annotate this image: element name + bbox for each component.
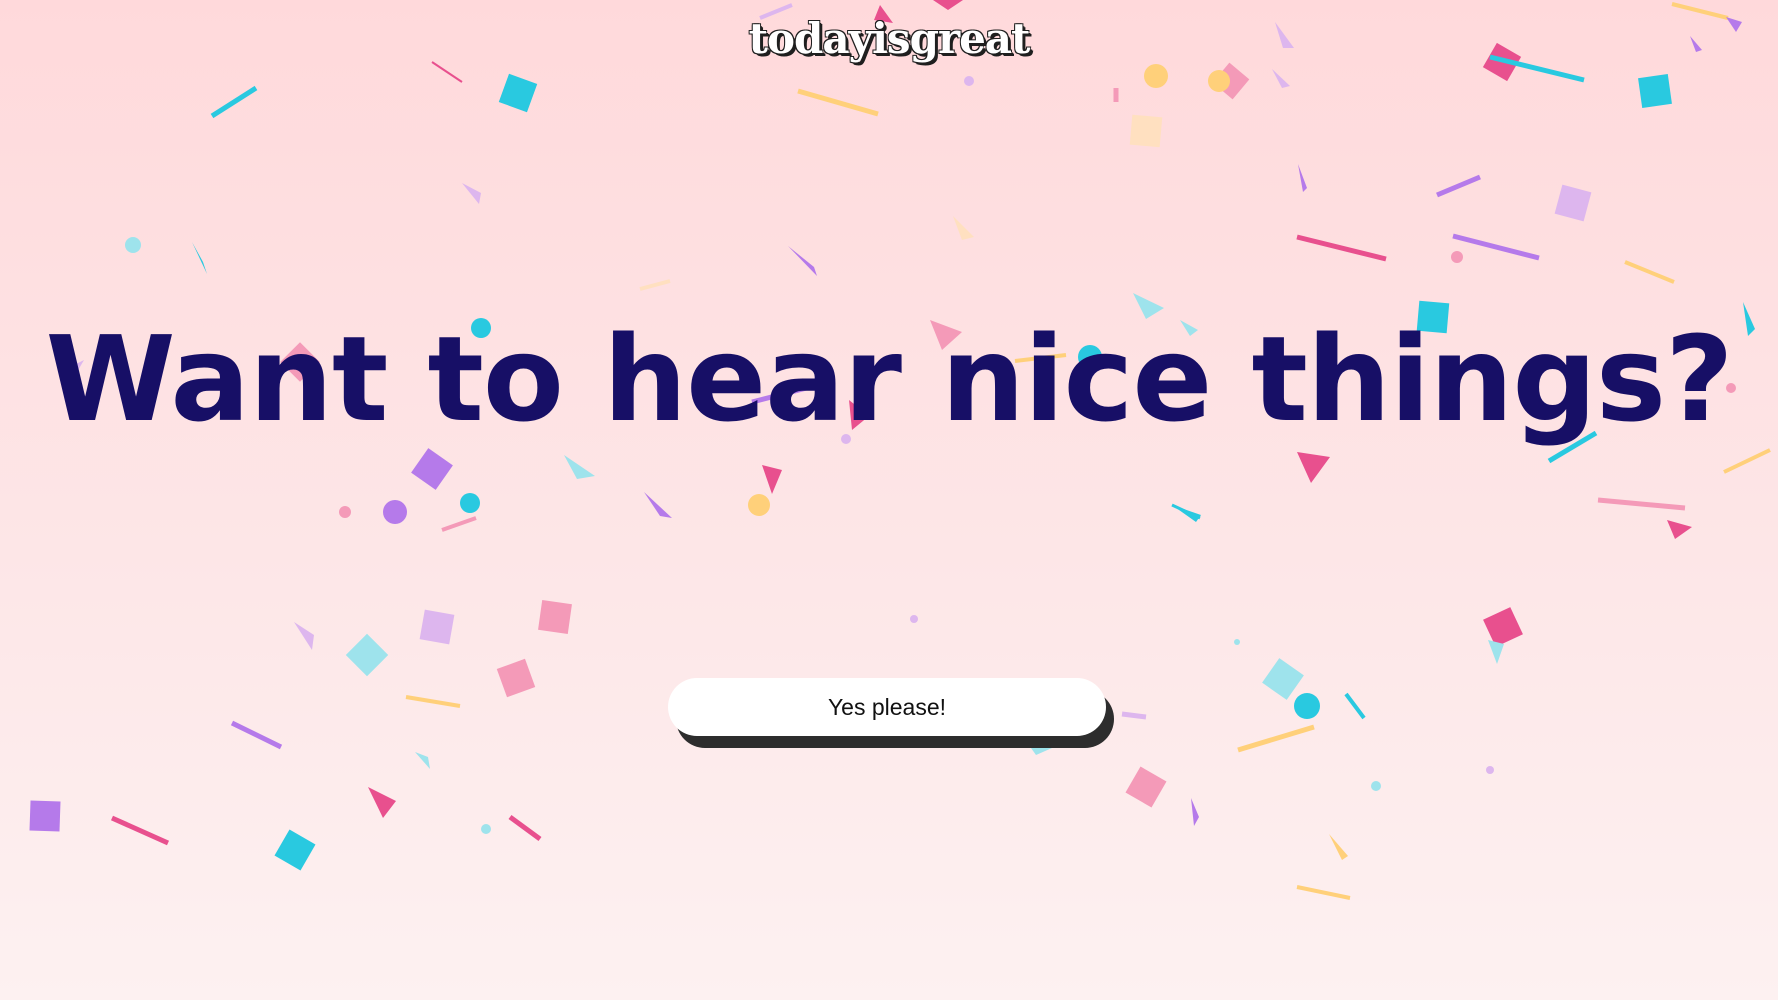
confetti-square xyxy=(1638,74,1672,108)
confetti-strip xyxy=(1436,174,1481,198)
confetti-square xyxy=(419,609,455,645)
confetti-triangle xyxy=(1172,505,1201,522)
confetti-triangle xyxy=(644,492,672,518)
logo[interactable]: todayisgreat xyxy=(0,14,1778,63)
confetti-square xyxy=(29,800,61,832)
cta-container: Yes please! xyxy=(668,678,1114,748)
confetti-triangle xyxy=(415,752,430,769)
confetti-strip xyxy=(1597,497,1686,511)
confetti-background xyxy=(29,0,1771,900)
confetti-triangle xyxy=(762,465,782,494)
confetti-strip xyxy=(1237,724,1315,753)
confetti-strip xyxy=(1296,234,1387,262)
confetti-triangle xyxy=(953,216,974,240)
confetti-strip xyxy=(639,279,671,291)
confetti-dot xyxy=(1208,70,1230,92)
confetti-square xyxy=(538,600,572,634)
confetti-strip xyxy=(1624,260,1675,284)
confetti-dot xyxy=(125,237,141,253)
confetti-dot xyxy=(1486,766,1494,774)
confetti-square xyxy=(1262,658,1304,700)
confetti-triangle xyxy=(192,242,207,274)
confetti-triangle xyxy=(1298,164,1307,192)
confetti-strip xyxy=(210,85,258,119)
confetti-dot xyxy=(748,494,770,516)
confetti-triangle xyxy=(1191,798,1199,826)
confetti-square xyxy=(274,829,316,871)
page-headline: Want to hear nice things? xyxy=(45,310,1733,448)
confetti-dot xyxy=(910,615,918,623)
confetti-triangle xyxy=(1329,834,1348,860)
confetti-dot xyxy=(1451,251,1463,263)
confetti-strip xyxy=(230,720,283,750)
confetti-triangle xyxy=(294,622,314,650)
confetti-triangle xyxy=(368,787,396,818)
confetti-triangle xyxy=(788,246,817,276)
confetti-dot xyxy=(1144,64,1168,88)
confetti-dot xyxy=(964,76,974,86)
confetti-dot xyxy=(339,506,351,518)
confetti-triangle xyxy=(1667,520,1692,539)
confetti-strip xyxy=(1723,448,1771,474)
confetti-triangle xyxy=(564,455,595,479)
confetti-strip xyxy=(405,695,461,708)
confetti-strip xyxy=(110,815,170,846)
confetti-square xyxy=(345,633,389,677)
confetti-dot xyxy=(1234,639,1240,645)
confetti-strip xyxy=(441,516,477,532)
confetti-dot xyxy=(460,493,480,513)
confetti-triangle xyxy=(1031,748,1052,755)
confetti-triangle xyxy=(462,183,481,204)
confetti-strip xyxy=(797,88,879,117)
confetti-dot xyxy=(1294,693,1320,719)
confetti-dot xyxy=(1371,781,1381,791)
confetti-dot xyxy=(383,500,407,524)
confetti-square xyxy=(1554,184,1592,222)
confetti-square xyxy=(1125,766,1167,808)
confetti-square xyxy=(498,73,538,113)
confetti-square xyxy=(496,658,536,698)
confetti-triangle xyxy=(1488,640,1504,664)
confetti-triangle xyxy=(1272,69,1290,88)
confetti-dot xyxy=(481,824,491,834)
confetti-strip xyxy=(508,814,542,842)
confetti-triangle xyxy=(933,0,963,10)
confetti-strip xyxy=(1121,711,1147,720)
confetti-square xyxy=(1129,114,1163,148)
confetti-strip xyxy=(1452,233,1540,261)
confetti-strip xyxy=(1296,885,1351,900)
confetti-strip xyxy=(1344,692,1366,720)
confetti-triangle xyxy=(1297,452,1330,483)
confetti-square xyxy=(411,448,453,490)
yes-please-button[interactable]: Yes please! xyxy=(668,678,1106,736)
confetti-strip xyxy=(431,61,463,83)
